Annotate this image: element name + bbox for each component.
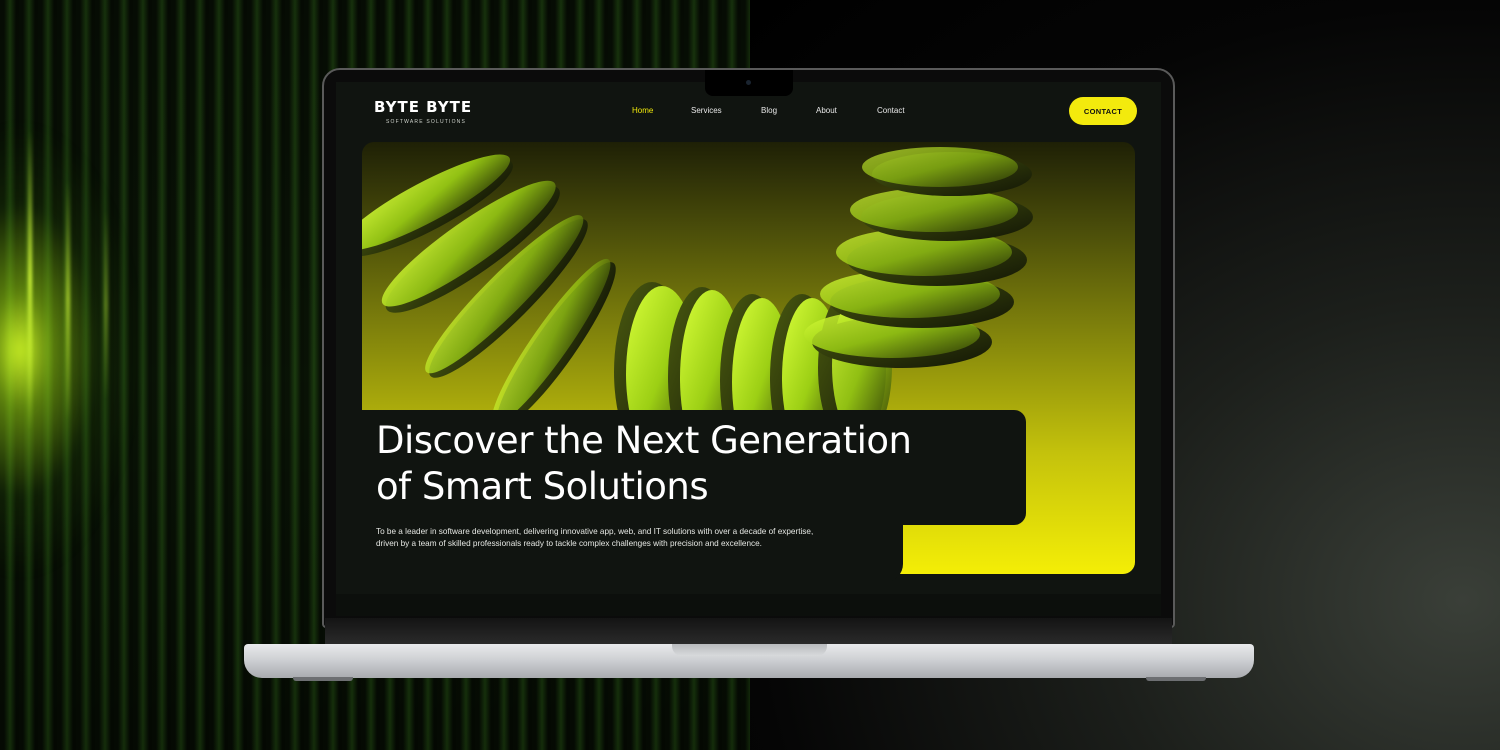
nav-services[interactable]: Services	[691, 106, 722, 115]
contact-button[interactable]: CONTACT	[1069, 97, 1137, 125]
laptop-foot	[1146, 677, 1206, 681]
glow-streak	[66, 180, 70, 420]
laptop-opening-notch	[672, 644, 827, 656]
glow-streak	[28, 130, 32, 430]
laptop-hinge	[325, 618, 1172, 644]
main-navigation: Home Services Blog About Contact	[336, 106, 1161, 120]
nav-about[interactable]: About	[816, 106, 837, 115]
screen-bottom-bar	[336, 594, 1161, 616]
nav-home[interactable]: Home	[632, 106, 653, 115]
glow-streak	[104, 210, 108, 400]
green-light-glow	[0, 120, 140, 580]
headline-line-2: of Smart Solutions	[376, 465, 709, 508]
nav-contact[interactable]: Contact	[877, 106, 905, 115]
laptop-foot	[293, 677, 353, 681]
laptop-screen: BYTE BYTE SOFTWARE SOLUTIONS Home Servic…	[336, 82, 1161, 616]
headline-line-1: Discover the Next Generation	[376, 419, 912, 462]
hero-description: To be a leader in software development, …	[376, 527, 814, 548]
camera-dot	[746, 80, 751, 85]
nav-blog[interactable]: Blog	[761, 106, 777, 115]
hero-headline: Discover the Next Generation of Smart So…	[376, 418, 1016, 510]
